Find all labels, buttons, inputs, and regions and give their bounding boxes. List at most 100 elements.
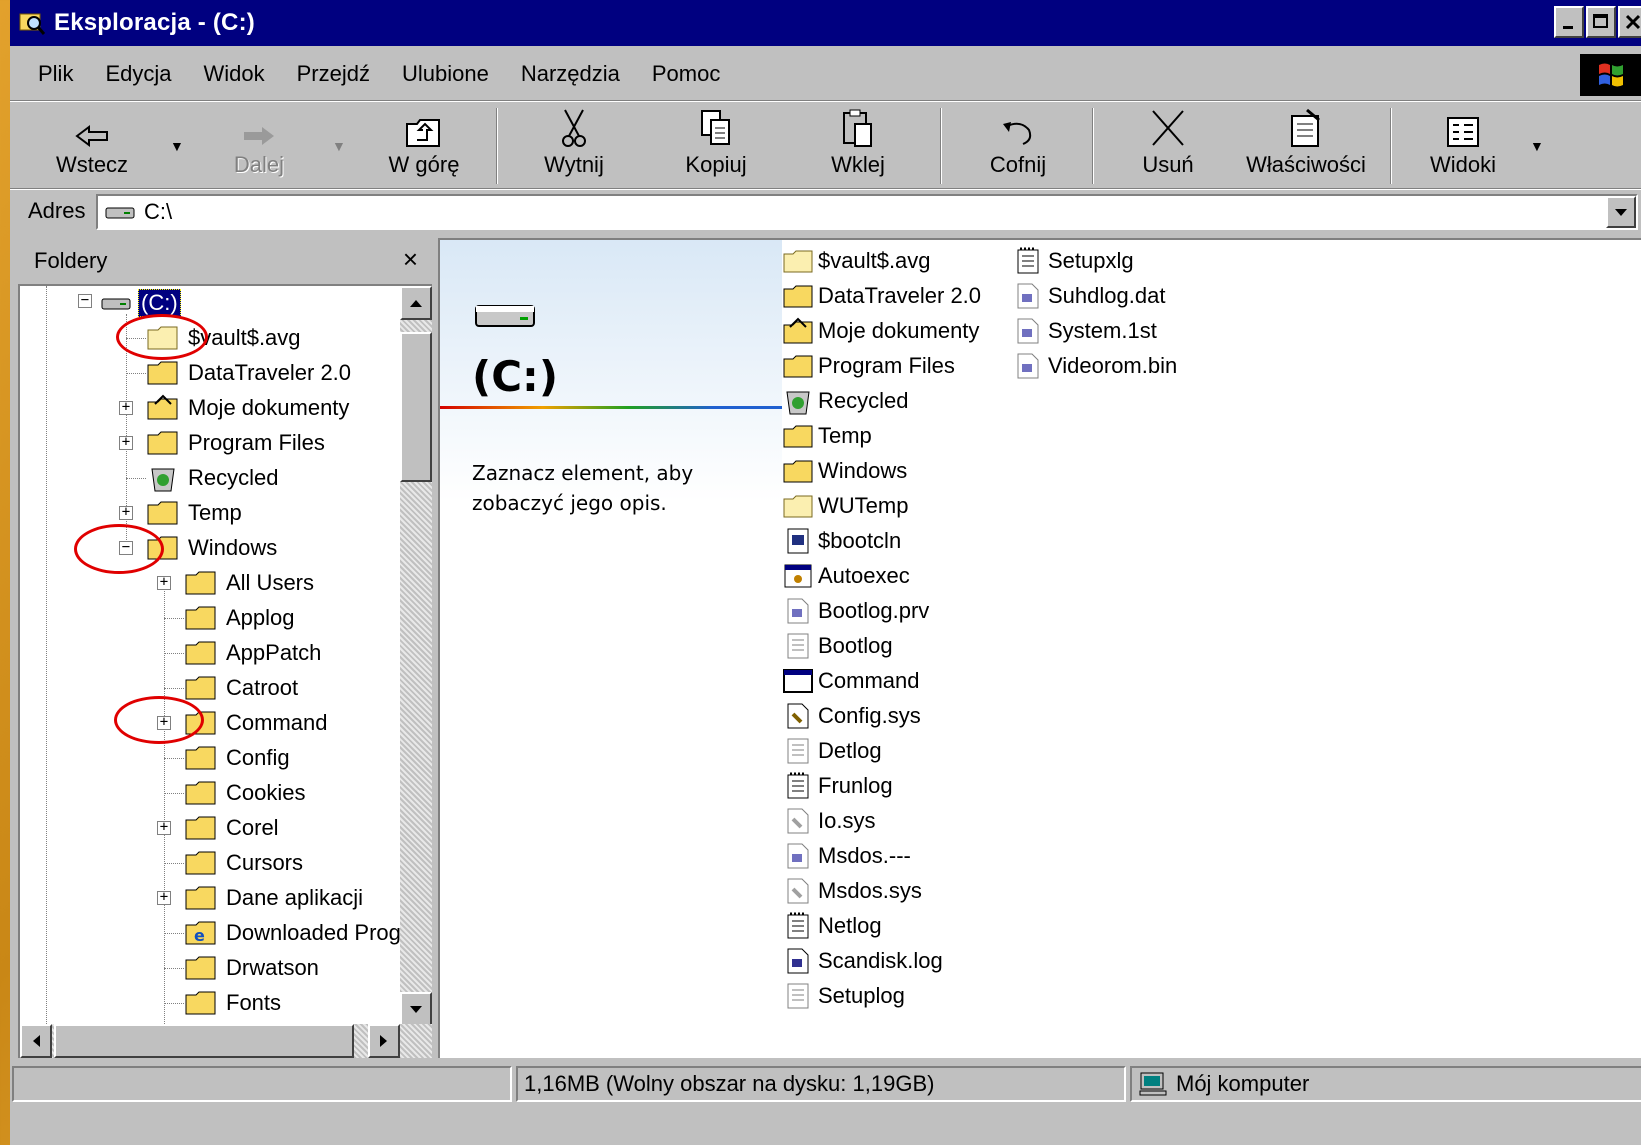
undo-button[interactable]: Cofnij [976, 102, 1060, 188]
file-item[interactable]: Recycled [782, 384, 908, 418]
tree-item-fonts[interactable]: Fonts [184, 986, 281, 1020]
tree-item-config[interactable]: Config [184, 741, 290, 775]
expand-toggle[interactable]: + [157, 715, 171, 730]
menu-edit[interactable]: Edycja [89, 61, 187, 87]
file-item[interactable]: Config.sys [782, 699, 921, 733]
file-item[interactable]: Msdos.--- [782, 839, 911, 873]
tree-horizontal-scrollbar[interactable] [20, 1024, 432, 1058]
forward-dropdown-icon[interactable]: ▼ [332, 138, 346, 154]
views-button[interactable]: Widoki [1418, 102, 1508, 188]
close-pane-icon[interactable]: × [403, 244, 418, 275]
close-button[interactable] [1618, 6, 1641, 38]
folder-icon [185, 886, 216, 910]
tree-item-root[interactable]: (C:) [100, 286, 181, 320]
tree-item-applog[interactable]: Applog [184, 601, 295, 635]
file-item[interactable]: System.1st [1012, 314, 1157, 348]
tree-item-cursors[interactable]: Cursors [184, 846, 303, 880]
scroll-right-button[interactable] [368, 1024, 400, 1058]
folder-light-icon [783, 495, 813, 518]
up-button[interactable]: W górę [376, 102, 472, 188]
tree-item-datatraveler[interactable]: DataTraveler 2.0 [146, 356, 351, 390]
tree-item-corel[interactable]: Corel [184, 811, 279, 845]
tree-item-temp[interactable]: Temp [146, 496, 242, 530]
tree-item-program-files[interactable]: Program Files [146, 426, 325, 460]
file-item[interactable]: WUTemp [782, 489, 908, 523]
file-item[interactable]: Netlog [782, 909, 882, 943]
file-item[interactable]: Setuplog [782, 979, 905, 1013]
copy-button[interactable]: Kopiuj [674, 102, 758, 188]
back-dropdown-icon[interactable]: ▼ [170, 138, 184, 154]
file-item[interactable]: Frunlog [782, 769, 893, 803]
delete-button[interactable]: Usuń [1126, 102, 1210, 188]
menu-go[interactable]: Przejdź [281, 61, 386, 87]
tree-branch [164, 968, 184, 969]
scroll-up-button[interactable] [400, 286, 432, 320]
file-item[interactable]: Command [782, 664, 919, 698]
maximize-button[interactable] [1586, 6, 1616, 38]
tree-branch [126, 338, 146, 339]
expand-toggle[interactable]: + [157, 820, 171, 835]
expand-toggle[interactable]: + [157, 890, 171, 905]
address-input[interactable]: C:\ [96, 194, 1638, 230]
tree-item-drwatson[interactable]: Drwatson [184, 951, 319, 985]
forward-button[interactable]: Dalej [222, 102, 296, 188]
tree-item-app-data[interactable]: Dane aplikacji [184, 881, 363, 915]
paste-button[interactable]: Wklej [816, 102, 900, 188]
tree-item-windows[interactable]: Windows [146, 531, 277, 565]
file-item[interactable]: Program Files [782, 349, 955, 383]
address-dropdown-button[interactable] [1606, 196, 1636, 228]
menu-file[interactable]: Plik [10, 61, 89, 87]
tree-item-cookies[interactable]: Cookies [184, 776, 305, 810]
tree-item-my-documents[interactable]: Moje dokumenty [146, 391, 349, 425]
scroll-thumb[interactable] [400, 332, 432, 482]
cut-button[interactable]: Wytnij [532, 102, 616, 188]
computer-icon [1139, 1072, 1167, 1096]
expand-toggle[interactable]: + [119, 505, 133, 520]
tree-item-vault[interactable]: $vault$.avg [146, 321, 301, 355]
file-item[interactable]: Scandisk.log [782, 944, 943, 978]
file-item[interactable]: Temp [782, 419, 872, 453]
back-button[interactable]: Wstecz [46, 102, 138, 188]
file-item[interactable]: DataTraveler 2.0 [782, 279, 981, 313]
title-bar[interactable]: Eksploracja - (C:) [10, 0, 1641, 46]
file-item[interactable]: Msdos.sys [782, 874, 922, 908]
file-item[interactable]: Bootlog [782, 629, 893, 663]
recycle-bin-icon [151, 468, 175, 492]
tree-item-recycled[interactable]: Recycled [146, 461, 278, 495]
file-label: Moje dokumenty [818, 318, 980, 343]
expand-toggle[interactable]: + [119, 400, 133, 415]
file-item[interactable]: $bootcln [782, 524, 901, 558]
tree-item-downloaded-programs[interactable]: e Downloaded Prog [184, 916, 401, 950]
tree-label: Moje dokumenty [188, 395, 350, 420]
file-item[interactable]: Suhdlog.dat [1012, 279, 1165, 313]
file-item[interactable]: $vault$.avg [782, 244, 931, 278]
file-item[interactable]: Bootlog.prv [782, 594, 929, 628]
file-item[interactable]: Moje dokumenty [782, 314, 979, 348]
file-item[interactable]: Videorom.bin [1012, 349, 1177, 383]
views-dropdown-icon[interactable]: ▼ [1530, 138, 1544, 154]
collapse-toggle-root[interactable]: − [78, 293, 92, 308]
properties-button[interactable]: Właściwości [1236, 102, 1376, 188]
menu-help[interactable]: Pomoc [636, 61, 736, 87]
tree-item-command[interactable]: Command [184, 706, 327, 740]
file-item[interactable]: Autoexec [782, 559, 910, 593]
menu-tools[interactable]: Narzędzia [505, 61, 636, 87]
minimize-button[interactable] [1554, 6, 1584, 38]
file-item[interactable]: Detlog [782, 734, 882, 768]
menu-view[interactable]: Widok [188, 61, 281, 87]
menu-favorites[interactable]: Ulubione [386, 61, 505, 87]
horizontal-scroll-thumb[interactable] [54, 1024, 354, 1058]
expand-toggle[interactable]: + [119, 435, 133, 450]
tree-item-all-users[interactable]: All Users [184, 566, 314, 600]
status-bar: 1,16MB (Wolny obszar na dysku: 1,19GB) M… [10, 1062, 1641, 1106]
scroll-left-button[interactable] [20, 1024, 52, 1058]
collapse-toggle[interactable]: − [119, 540, 133, 555]
tree-item-apppatch[interactable]: AppPatch [184, 636, 321, 670]
tree-vertical-scrollbar[interactable] [400, 286, 432, 1026]
file-item[interactable]: Setupxlg [1012, 244, 1134, 278]
scroll-down-button[interactable] [400, 992, 432, 1026]
tree-item-catroot[interactable]: Catroot [184, 671, 298, 705]
expand-toggle[interactable]: + [157, 575, 171, 590]
file-item[interactable]: Windows [782, 454, 907, 488]
file-item[interactable]: Io.sys [782, 804, 875, 838]
